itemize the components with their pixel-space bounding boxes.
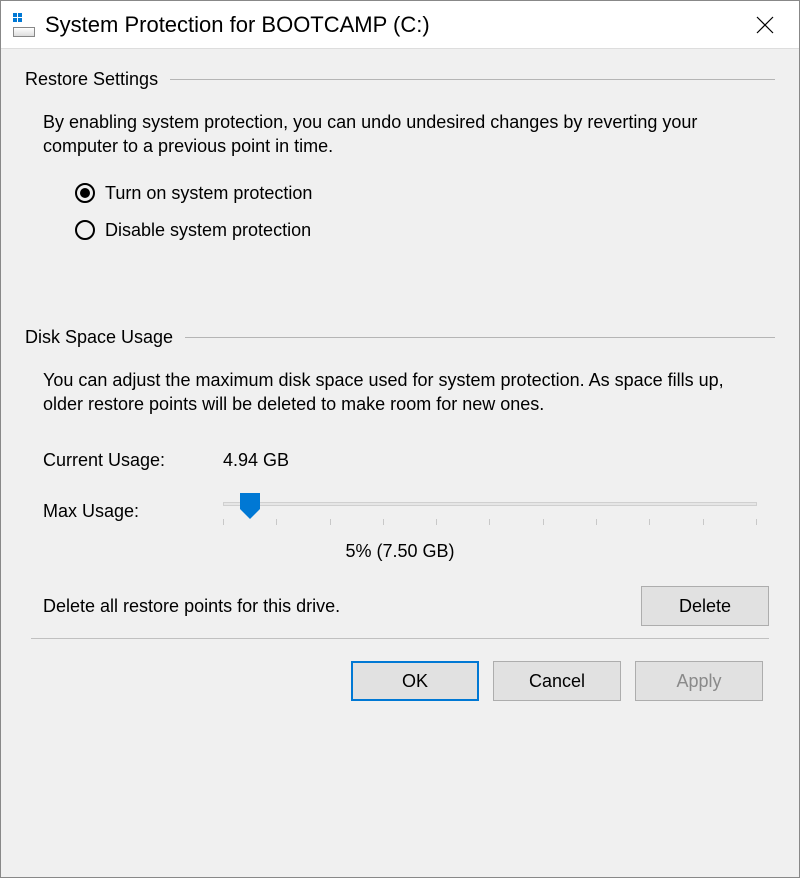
disk-section-header: Disk Space Usage — [25, 327, 775, 348]
apply-button[interactable]: Apply — [635, 661, 763, 701]
ok-button[interactable]: OK — [351, 661, 479, 701]
max-usage-label: Max Usage: — [43, 501, 223, 522]
max-usage-slider[interactable] — [223, 491, 757, 531]
radio-label: Disable system protection — [105, 220, 311, 241]
restore-section-header: Restore Settings — [25, 69, 775, 90]
max-usage-value: 5% (7.50 GB) — [25, 541, 775, 562]
restore-description: By enabling system protection, you can u… — [43, 110, 757, 159]
current-usage-value: 4.94 GB — [223, 450, 289, 471]
turn-on-protection-radio[interactable]: Turn on system protection — [75, 183, 775, 204]
titlebar: System Protection for BOOTCAMP (C:) — [1, 1, 799, 49]
cancel-button[interactable]: Cancel — [493, 661, 621, 701]
slider-track — [223, 502, 757, 506]
current-usage-row: Current Usage: 4.94 GB — [43, 450, 757, 471]
current-usage-label: Current Usage: — [43, 450, 223, 471]
max-usage-row: Max Usage: — [43, 491, 757, 531]
radio-label: Turn on system protection — [105, 183, 312, 204]
window-title: System Protection for BOOTCAMP (C:) — [45, 12, 742, 38]
dialog-content: Restore Settings By enabling system prot… — [1, 49, 799, 877]
protection-radio-group: Turn on system protection Disable system… — [75, 183, 775, 257]
radio-icon — [75, 220, 95, 240]
disk-header-label: Disk Space Usage — [25, 327, 173, 348]
delete-row: Delete all restore points for this drive… — [43, 586, 769, 626]
dialog-window: System Protection for BOOTCAMP (C:) Rest… — [0, 0, 800, 878]
divider-line — [185, 337, 775, 338]
close-icon — [756, 16, 774, 34]
dialog-footer: OK Cancel Apply — [25, 639, 775, 701]
divider-line — [170, 79, 775, 80]
drive-icon — [13, 13, 37, 37]
slider-ticks — [223, 519, 757, 527]
radio-icon — [75, 183, 95, 203]
close-button[interactable] — [742, 2, 787, 47]
slider-thumb[interactable] — [240, 493, 260, 519]
disable-protection-radio[interactable]: Disable system protection — [75, 220, 775, 241]
delete-button[interactable]: Delete — [641, 586, 769, 626]
disk-description: You can adjust the maximum disk space us… — [43, 368, 757, 417]
restore-header-label: Restore Settings — [25, 69, 158, 90]
delete-description: Delete all restore points for this drive… — [43, 596, 340, 617]
